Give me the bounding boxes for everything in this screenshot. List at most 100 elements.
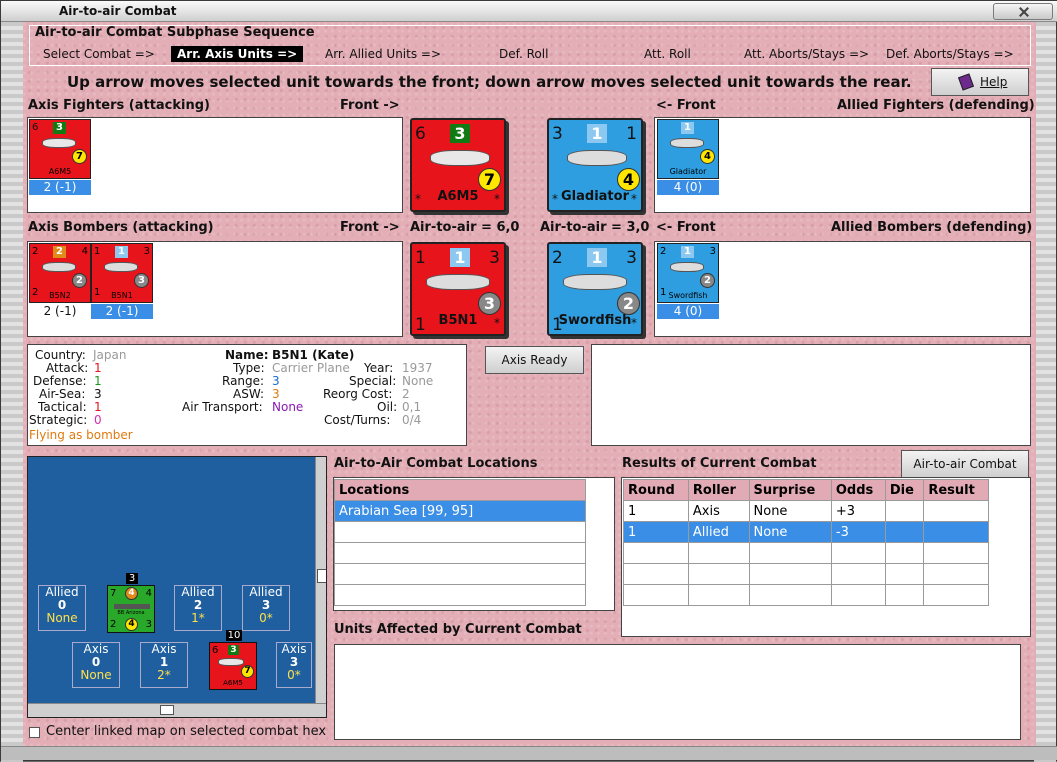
map-vertical-scrollbar[interactable] [315, 457, 326, 703]
allied-fighters-front: <- Front [656, 98, 716, 113]
map-hex-allied-0[interactable]: Allied 0 None [38, 585, 86, 631]
axis-fighter-unit-a6m5[interactable]: 6 3 7 A6M5 [29, 119, 91, 179]
combat-map[interactable]: Allied 0 None Allied 2 1* Allied 3 0* Ax… [27, 456, 327, 718]
map-plane-unit[interactable]: 6 3 7 A6M5 [209, 642, 257, 690]
map-ship-unit[interactable]: 7 4 4 BB Arizona 2 4 3 [107, 585, 155, 633]
info-label: Reorg Cost: [323, 387, 393, 401]
cell-die [884, 500, 925, 522]
map-hex-allied-2[interactable]: Allied 3 0* [242, 585, 290, 631]
seq-arr-allied-units: Arr. Allied Units => [325, 47, 442, 61]
info-label: Air Transport: [182, 400, 263, 414]
cell-round: 1 [623, 500, 689, 522]
selected-axis-fighter: 6 3 7 * * A6M5 [410, 118, 506, 212]
airplane-icon [563, 274, 627, 290]
allied-fighters-label: Allied Fighters (defending) [837, 98, 1035, 113]
cell-roller: Allied [687, 521, 750, 543]
unit-name: Gladiator [669, 167, 707, 176]
axis-bomber-unit-b5n1[interactable]: 1 1 3 3 1 B5N1 [91, 243, 153, 303]
info-reorg: 2 [402, 387, 410, 401]
center-map-label: Center linked map on selected combat hex [46, 724, 327, 739]
unit-value: 1 [94, 246, 101, 257]
unit-strength: 4 (0) [657, 304, 719, 319]
unit-name: B5N1 [438, 313, 478, 328]
info-label: Air-Sea: [39, 387, 86, 401]
info-range: 3 [272, 374, 280, 388]
unit-name: B5N1 [111, 291, 133, 300]
info-year: 1937 [402, 361, 433, 375]
info-airsea: 3 [94, 387, 102, 401]
col-die: Die [884, 479, 925, 501]
location-row-empty [334, 542, 586, 564]
help-label: Help [980, 75, 1008, 89]
unit-value: 2 [32, 246, 39, 257]
unit-badge: 3 [53, 122, 66, 134]
col-roller: Roller [687, 479, 750, 501]
combat-chart-button[interactable]: Air-to-air Combat Chart [901, 450, 1029, 497]
axis-bomber-unit-b5n2[interactable]: 2 2 4 2 2 B5N2 [29, 243, 91, 303]
location-row-empty [334, 584, 586, 606]
allied-air-to-air: Air-to-air = 3,0 [540, 220, 650, 235]
airplane-icon [42, 138, 76, 148]
hex-sub: 2* [157, 668, 171, 682]
results-row[interactable]: 1 Allied None -3 [623, 521, 989, 543]
ship-name: BB Arizona [117, 610, 145, 616]
unit-value: 3 [626, 248, 637, 268]
seq-att-aborts: Att. Aborts/Stays => [744, 47, 870, 61]
close-button[interactable] [993, 3, 1053, 20]
window-title: Air-to-air Combat [59, 4, 177, 18]
axis-fighters-front: Front -> [340, 98, 400, 113]
unit-badge: 1 [587, 248, 607, 267]
info-asw: 3 [272, 387, 280, 401]
allied-fighter-unit-gladiator[interactable]: 1 4 Gladiator [657, 119, 719, 179]
airplane-icon [426, 274, 490, 290]
unit-badge: 1 [450, 248, 470, 267]
unit-name: Gladiator [561, 189, 629, 204]
col-odds: Odds [830, 479, 886, 501]
results-row-empty [623, 563, 989, 585]
allied-bomber-unit-swordfish[interactable]: 2 1 3 2 1 Swordfish [657, 243, 719, 303]
map-hex-axis-1[interactable]: Axis 1 2* [140, 642, 188, 688]
map-hex-allied-1[interactable]: Allied 2 1* [174, 585, 222, 631]
axis-ready-button[interactable]: Axis Ready [485, 346, 584, 374]
unit-badge: 1 [681, 246, 694, 258]
results-row[interactable]: 1 Axis None +3 [623, 500, 989, 522]
plane-stack-count: 10 [226, 630, 242, 641]
info-tactical: 1 [94, 400, 102, 414]
unit-name: A6M5 [437, 189, 479, 204]
unit-circle: 4 [125, 618, 138, 631]
axis-fighters-label: Axis Fighters (attacking) [28, 98, 210, 113]
hex-sub: 0* [259, 611, 273, 625]
help-button[interactable]: Help [931, 68, 1029, 96]
map-hex-axis-0[interactable]: Axis 0 None [72, 642, 120, 688]
unit-circle: 7 [72, 149, 87, 164]
map-vscroll-thumb[interactable] [317, 569, 326, 583]
info-cost-turns: 0/4 [402, 413, 422, 427]
map-horizontal-scrollbar[interactable] [28, 703, 326, 717]
col-round: Round [623, 479, 689, 501]
frame-right [1034, 22, 1056, 762]
message-panel [591, 344, 1031, 446]
info-air-transport: None [272, 400, 304, 414]
location-row[interactable]: Arabian Sea [99, 95] [334, 500, 586, 522]
info-label: Attack: [46, 361, 89, 375]
unit-value: 4 [81, 246, 88, 257]
frame-left [1, 22, 23, 762]
unit-value: 7 [110, 588, 117, 599]
ship-stack-count: 3 [126, 573, 138, 584]
col-result: Result [923, 479, 989, 501]
info-label: Special: [349, 374, 397, 388]
location-row-empty [334, 563, 586, 585]
selected-axis-bomber: 1 1 3 3 1 * B5N1 [410, 242, 506, 336]
unit-value: 3 [552, 124, 563, 144]
unit-value: 3 [143, 246, 150, 257]
center-map-checkbox[interactable] [29, 727, 40, 738]
map-hex-axis-2[interactable]: Axis 3 0* [276, 642, 312, 688]
map-hscroll-thumb[interactable] [160, 705, 174, 715]
unit-value: 1 [415, 248, 426, 268]
cell-surprise: None [748, 500, 832, 522]
info-label: Range: [222, 374, 265, 388]
unit-value: 1 [626, 124, 637, 144]
info-type: Carrier Plane [272, 361, 350, 375]
unit-strength: 2 (-1) [91, 304, 153, 319]
title-bar[interactable]: Air-to-air Combat [1, 1, 1057, 22]
